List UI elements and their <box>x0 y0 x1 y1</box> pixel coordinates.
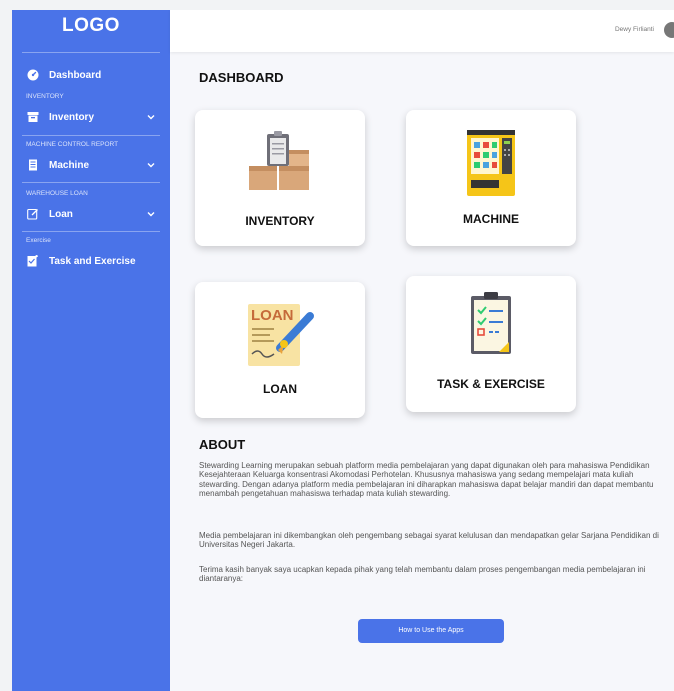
sidebar-item-loan[interactable]: Loan <box>12 201 170 227</box>
sidebar-item-label: Task and Exercise <box>49 255 136 267</box>
main-content: DASHBOARD INVENTORY MACHINE LOAN LOAN TA… <box>170 52 674 691</box>
section-label-inventory: INVENTORY <box>26 93 64 100</box>
top-bar: Dewy Firlianti <box>170 10 674 52</box>
section-label-exercise: Exercise <box>26 237 51 244</box>
logo: LOGO <box>62 15 120 36</box>
how-to-use-button[interactable]: How to Use the Apps <box>358 619 504 643</box>
archive-icon <box>26 111 39 124</box>
sidebar-item-machine[interactable]: Machine <box>12 152 170 178</box>
about-paragraph-1: Stewarding Learning merupakan sebuah pla… <box>199 461 654 499</box>
sidebar-item-label: Loan <box>49 208 73 220</box>
card-label: TASK & EXERCISE <box>437 377 545 391</box>
app-frame: LOGO Dashboard INVENTORY Inventory MACHI… <box>12 10 674 691</box>
chevron-down-icon[interactable] <box>146 160 156 170</box>
about-title: ABOUT <box>199 437 246 452</box>
card-loan[interactable]: LOAN LOAN <box>195 282 365 418</box>
card-task-exercise[interactable]: TASK & EXERCISE <box>406 276 576 412</box>
sidebar-item-inventory[interactable]: Inventory <box>12 104 170 130</box>
edit-icon <box>26 208 39 221</box>
card-label: MACHINE <box>463 212 519 226</box>
card-label: INVENTORY <box>245 214 315 228</box>
sidebar-item-label: Inventory <box>49 111 95 123</box>
sidebar-item-label: Machine <box>49 159 90 171</box>
sidebar-item-label: Dashboard <box>49 69 102 81</box>
card-machine[interactable]: MACHINE <box>406 110 576 246</box>
page-title: DASHBOARD <box>199 70 284 85</box>
card-inventory[interactable]: INVENTORY <box>195 110 365 246</box>
vending-machine-icon <box>467 130 515 196</box>
chevron-down-icon[interactable] <box>146 112 156 122</box>
sidebar-item-dashboard[interactable]: Dashboard <box>12 62 170 88</box>
document-icon <box>26 159 39 172</box>
card-label: LOAN <box>263 382 297 396</box>
section-label-machine: MACHINE CONTROL REPORT <box>26 141 119 148</box>
avatar[interactable] <box>664 22 674 38</box>
speedometer-icon <box>26 69 39 82</box>
loan-document-icon: LOAN <box>248 304 314 366</box>
checklist-icon <box>471 292 511 354</box>
sidebar-item-task-exercise[interactable]: Task and Exercise <box>12 248 170 274</box>
user-name[interactable]: Dewy Firlianti <box>615 26 654 33</box>
about-paragraph-2: Media pembelajaran ini dikembangkan oleh… <box>199 531 659 550</box>
tasks-icon <box>26 255 39 268</box>
sidebar: LOGO Dashboard INVENTORY Inventory MACHI… <box>12 10 170 691</box>
loan-icon-text: LOAN <box>251 307 294 324</box>
chevron-down-icon[interactable] <box>146 209 156 219</box>
about-paragraph-3: Terima kasih banyak saya ucapkan kepada … <box>199 565 646 584</box>
section-label-loan: WAREHOUSE LOAN <box>26 190 88 197</box>
boxes-clipboard-icon <box>249 131 309 190</box>
